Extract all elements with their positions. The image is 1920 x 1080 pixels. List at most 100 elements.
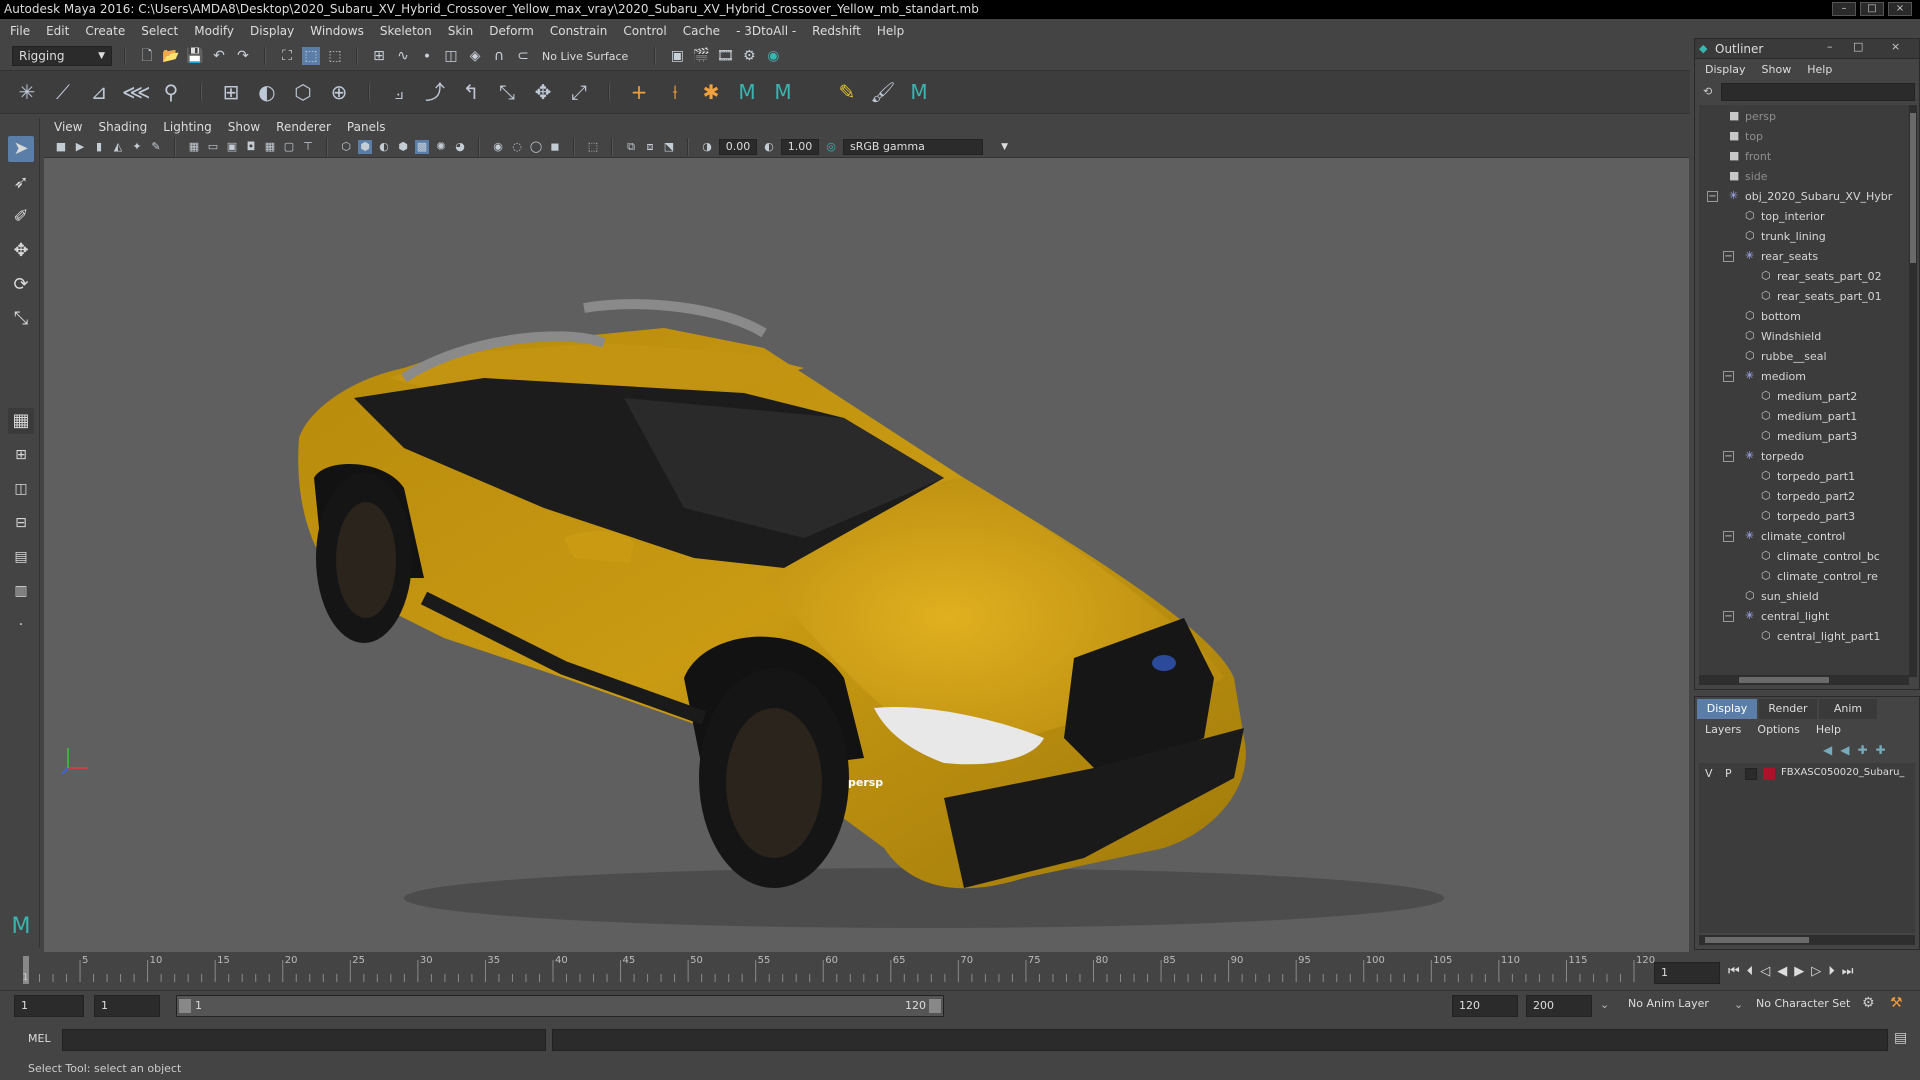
playback-end-field[interactable]: 120 bbox=[1452, 995, 1518, 1017]
colorspace-dropdown[interactable]: sRGB gamma ▼ bbox=[843, 138, 1008, 155]
outliner-item[interactable]: medium_part2 bbox=[1777, 390, 1857, 403]
range-slider-handle-left[interactable] bbox=[179, 999, 191, 1013]
outliner-item[interactable]: obj_2020_Subaru_XV_Hybr bbox=[1745, 190, 1892, 203]
prefs-icon[interactable]: ⚒ bbox=[1890, 995, 1903, 1011]
outliner-maximize-icon[interactable]: □ bbox=[1853, 40, 1863, 53]
grid-icon[interactable]: ▦ bbox=[187, 140, 201, 154]
wireframe-on-shaded-icon[interactable]: ⬢ bbox=[396, 140, 410, 154]
menuset-dropdown[interactable]: Rigging ▼ bbox=[12, 46, 112, 66]
outliner-item[interactable]: sun_shield bbox=[1761, 590, 1819, 603]
gamma-field[interactable]: 1.00 bbox=[781, 138, 819, 155]
undo-icon[interactable]: ↶ bbox=[210, 47, 228, 65]
shadows-icon[interactable]: ◕ bbox=[453, 140, 467, 154]
char-set-arrow-icon[interactable]: ⌄ bbox=[1734, 998, 1743, 1011]
xray-joints-icon[interactable]: ⧈ bbox=[643, 140, 657, 154]
menu-redshift[interactable]: Redshift bbox=[812, 24, 861, 38]
menu-windows[interactable]: Windows bbox=[310, 24, 364, 38]
outliner-item[interactable]: climate_control bbox=[1761, 530, 1845, 543]
parent-constraint-icon[interactable]: ✥ bbox=[530, 79, 556, 105]
outliner-item[interactable]: persp bbox=[1745, 110, 1776, 123]
snap-point-icon[interactable]: ∙ bbox=[418, 47, 436, 65]
anim-layer-arrow-icon[interactable]: ⌄ bbox=[1600, 998, 1609, 1011]
outliner-item[interactable]: medium_part1 bbox=[1777, 410, 1857, 423]
anim-layer-label[interactable]: No Anim Layer bbox=[1628, 997, 1709, 1010]
point-constraint-icon[interactable]: ⟓ bbox=[386, 79, 412, 105]
mel-input[interactable] bbox=[62, 1029, 546, 1051]
smooth-shade-icon[interactable]: ⬢ bbox=[358, 139, 372, 154]
ik-fk-icon[interactable]: ⟊ bbox=[662, 79, 688, 105]
ik-handle-icon[interactable]: ⟋ bbox=[50, 79, 76, 105]
play-forward-icon[interactable]: ▶ bbox=[1794, 964, 1804, 979]
render-settings-icon[interactable]: ⚙ bbox=[740, 47, 758, 65]
outliner-minimize-icon[interactable]: – bbox=[1827, 40, 1833, 53]
tab-render[interactable]: Render bbox=[1759, 699, 1817, 719]
two-view-icon[interactable]: ◫ bbox=[8, 476, 34, 502]
outliner-scroll-thumb[interactable] bbox=[1910, 113, 1916, 263]
save-scene-icon[interactable]: 💾 bbox=[186, 47, 204, 65]
maya-tool-icon[interactable]: M bbox=[770, 79, 796, 105]
cluster-icon[interactable]: ⊕ bbox=[326, 79, 352, 105]
exposure-icon[interactable]: ◑ bbox=[700, 140, 714, 154]
outliner-item[interactable]: front bbox=[1745, 150, 1771, 163]
outliner-item[interactable]: torpedo_part2 bbox=[1777, 490, 1855, 503]
move-layer-down-icon[interactable]: ◀ bbox=[1840, 743, 1849, 757]
current-time-marker[interactable] bbox=[23, 956, 29, 984]
start-time-field[interactable]: 1 bbox=[14, 995, 84, 1017]
xray-icon[interactable]: ⧉ bbox=[624, 140, 638, 154]
outliner-hscrollbar[interactable] bbox=[1699, 675, 1909, 685]
outliner-menu-show[interactable]: Show bbox=[1762, 61, 1792, 79]
insert-joint-icon[interactable]: ⋘ bbox=[122, 79, 150, 105]
step-forward-icon[interactable]: ⏵ bbox=[1828, 964, 1835, 979]
bookmark-icon[interactable]: ▮ bbox=[92, 140, 106, 154]
mel-label[interactable]: MEL bbox=[28, 1032, 51, 1045]
scale-tool-icon[interactable]: ⤡ bbox=[8, 306, 34, 332]
safe-action-icon[interactable]: ▢ bbox=[282, 140, 296, 154]
aim-constraint-icon[interactable]: ⤴ bbox=[422, 79, 448, 105]
lasso-tool-icon[interactable]: ➶ bbox=[8, 170, 34, 196]
film-gate-icon[interactable]: ▭ bbox=[206, 140, 220, 154]
multisample-aa-icon[interactable]: ◯ bbox=[529, 140, 543, 154]
four-view-icon[interactable]: ⊞ bbox=[8, 442, 34, 468]
outliner-item[interactable]: side bbox=[1745, 170, 1768, 183]
viewport-persp[interactable] bbox=[44, 158, 1689, 952]
viewport-menu-shading[interactable]: Shading bbox=[98, 118, 147, 136]
tab-anim[interactable]: Anim bbox=[1819, 699, 1877, 719]
collapse-toggle[interactable]: − bbox=[1723, 531, 1734, 542]
textured-icon[interactable]: ▩ bbox=[415, 139, 429, 154]
go-start-icon[interactable]: ⏮ bbox=[1728, 964, 1740, 979]
step-back-icon[interactable]: ⏴ bbox=[1747, 964, 1754, 979]
locator-icon[interactable]: + bbox=[626, 79, 652, 105]
menu-3dtoall[interactable]: - 3DtoAll - bbox=[736, 24, 796, 38]
viewport-menu-view[interactable]: View bbox=[54, 118, 82, 136]
outliner-hscroll-thumb[interactable] bbox=[1739, 677, 1829, 683]
viewport-menu-lighting[interactable]: Lighting bbox=[163, 118, 212, 136]
playback-start-field[interactable]: 1 bbox=[94, 995, 160, 1017]
outliner-item[interactable]: top bbox=[1745, 130, 1763, 143]
char-set-label[interactable]: No Character Set bbox=[1756, 997, 1850, 1010]
menu-edit[interactable]: Edit bbox=[46, 24, 69, 38]
snap-view-icon[interactable]: ◫ bbox=[442, 47, 460, 65]
camera-select-icon[interactable]: ■ bbox=[54, 140, 68, 154]
paint-select-icon[interactable]: ✐ bbox=[8, 204, 34, 230]
render-view-icon[interactable]: ▣ bbox=[668, 47, 686, 65]
menu-cache[interactable]: Cache bbox=[683, 24, 720, 38]
select-object-icon[interactable]: ⬚ bbox=[302, 47, 320, 65]
current-frame-field[interactable]: 1 bbox=[1654, 962, 1720, 984]
smooth-bind-icon[interactable]: ◐ bbox=[254, 79, 280, 105]
menu-file[interactable]: File bbox=[10, 24, 30, 38]
bind-skin-icon[interactable]: ⊞ bbox=[218, 79, 244, 105]
custom-layout-icon[interactable]: · bbox=[8, 612, 34, 638]
screen-space-ao-icon[interactable]: ◉ bbox=[491, 140, 505, 154]
outliner-menu-help[interactable]: Help bbox=[1807, 61, 1832, 79]
layer-menu-layers[interactable]: Layers bbox=[1705, 721, 1741, 739]
scale-constraint-icon[interactable]: ⤡ bbox=[494, 79, 520, 105]
script-editor-icon[interactable]: ▤ bbox=[1894, 1030, 1907, 1046]
outliner-item[interactable]: central_light bbox=[1761, 610, 1829, 623]
viewport-menu-show[interactable]: Show bbox=[228, 118, 260, 136]
range-slider[interactable]: 1 120 bbox=[176, 995, 944, 1017]
outliner-search-input[interactable] bbox=[1721, 83, 1915, 101]
minimize-button[interactable]: – bbox=[1832, 2, 1856, 16]
menu-skin[interactable]: Skin bbox=[448, 24, 474, 38]
step-back-key-icon[interactable]: ◁ bbox=[1760, 964, 1770, 979]
default-material-icon[interactable]: ◐ bbox=[377, 140, 391, 154]
